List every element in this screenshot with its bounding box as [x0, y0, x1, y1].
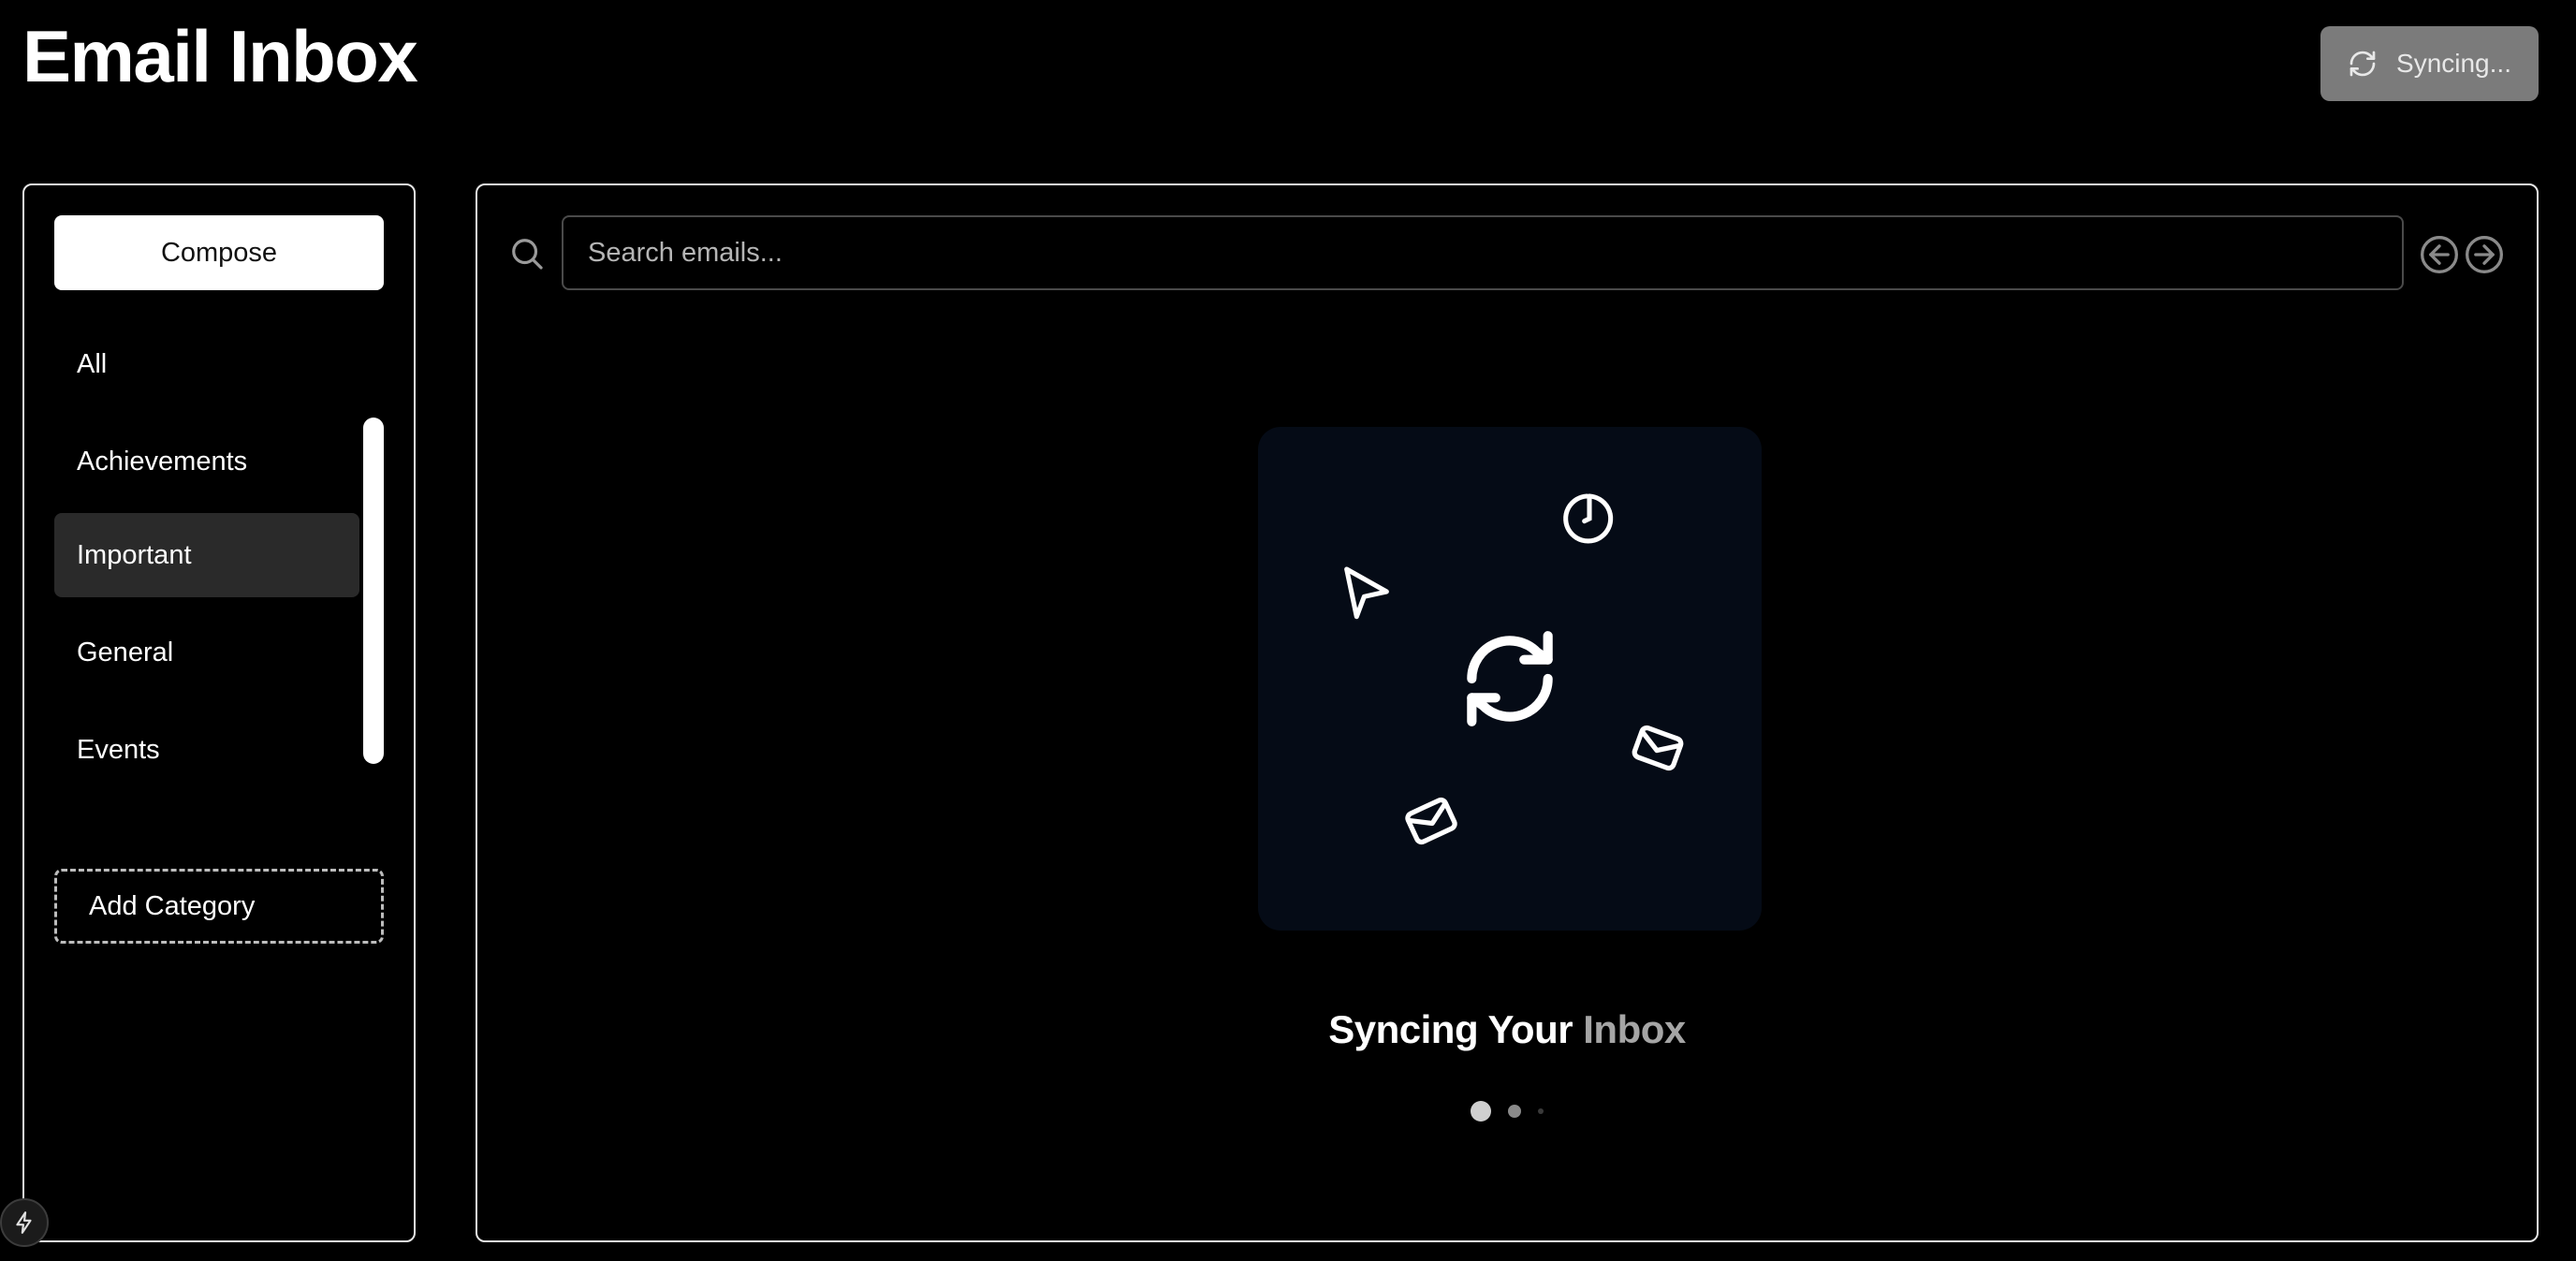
- category-label: All: [77, 348, 108, 379]
- sync-status-heading: Syncing Your Inbox: [477, 1007, 2537, 1052]
- refresh-icon: [1467, 631, 1553, 726]
- compose-button[interactable]: Compose: [54, 215, 384, 290]
- sync-heading-secondary: Inbox: [1573, 1007, 1686, 1051]
- add-category-button[interactable]: Add Category: [54, 869, 384, 944]
- mail-icon: [1632, 725, 1684, 771]
- search-icon: [512, 239, 543, 270]
- sidebar-item-achievements[interactable]: Achievements: [54, 419, 359, 504]
- search-input[interactable]: [562, 215, 2404, 290]
- progress-dot: [1538, 1108, 1544, 1114]
- timer-icon: [1563, 493, 1614, 544]
- lightning-icon: [16, 1211, 32, 1234]
- send-icon: [1344, 566, 1389, 620]
- email-inbox-page: Email Inbox Syncing... Compose All Achie…: [0, 0, 2576, 1261]
- refresh-icon: [2349, 51, 2376, 77]
- sidebar-item-events[interactable]: Events: [54, 708, 359, 792]
- sync-animation-card: [1258, 427, 1762, 931]
- sidebar-item-general[interactable]: General: [54, 610, 359, 695]
- category-label: General: [77, 637, 174, 667]
- sidebar: Compose All Achievements Important Gener…: [22, 183, 416, 1242]
- category-label: Events: [77, 734, 160, 765]
- arrow-right-circle-icon[interactable]: [2464, 234, 2505, 275]
- category-label: Important: [77, 539, 192, 570]
- category-list: All Achievements Important General Event…: [54, 322, 384, 813]
- mail-icon: [1405, 797, 1457, 845]
- progress-dot-active: [1471, 1101, 1491, 1122]
- sync-heading-primary: Syncing Your: [1328, 1007, 1573, 1051]
- main-panel: Syncing Your Inbox: [476, 183, 2539, 1242]
- sidebar-item-important[interactable]: Important: [54, 513, 359, 597]
- category-scrollbar[interactable]: [363, 418, 384, 764]
- progress-dots: [477, 1101, 2537, 1122]
- arrow-left-circle-icon[interactable]: [2419, 234, 2460, 275]
- syncing-button-label: Syncing...: [2396, 49, 2511, 78]
- page-title: Email Inbox: [22, 15, 418, 97]
- sidebar-item-all[interactable]: All: [54, 322, 359, 406]
- category-label: Achievements: [77, 446, 248, 477]
- progress-dot: [1508, 1105, 1521, 1118]
- dev-tools-badge[interactable]: [0, 1198, 49, 1247]
- syncing-button[interactable]: Syncing...: [2320, 26, 2539, 101]
